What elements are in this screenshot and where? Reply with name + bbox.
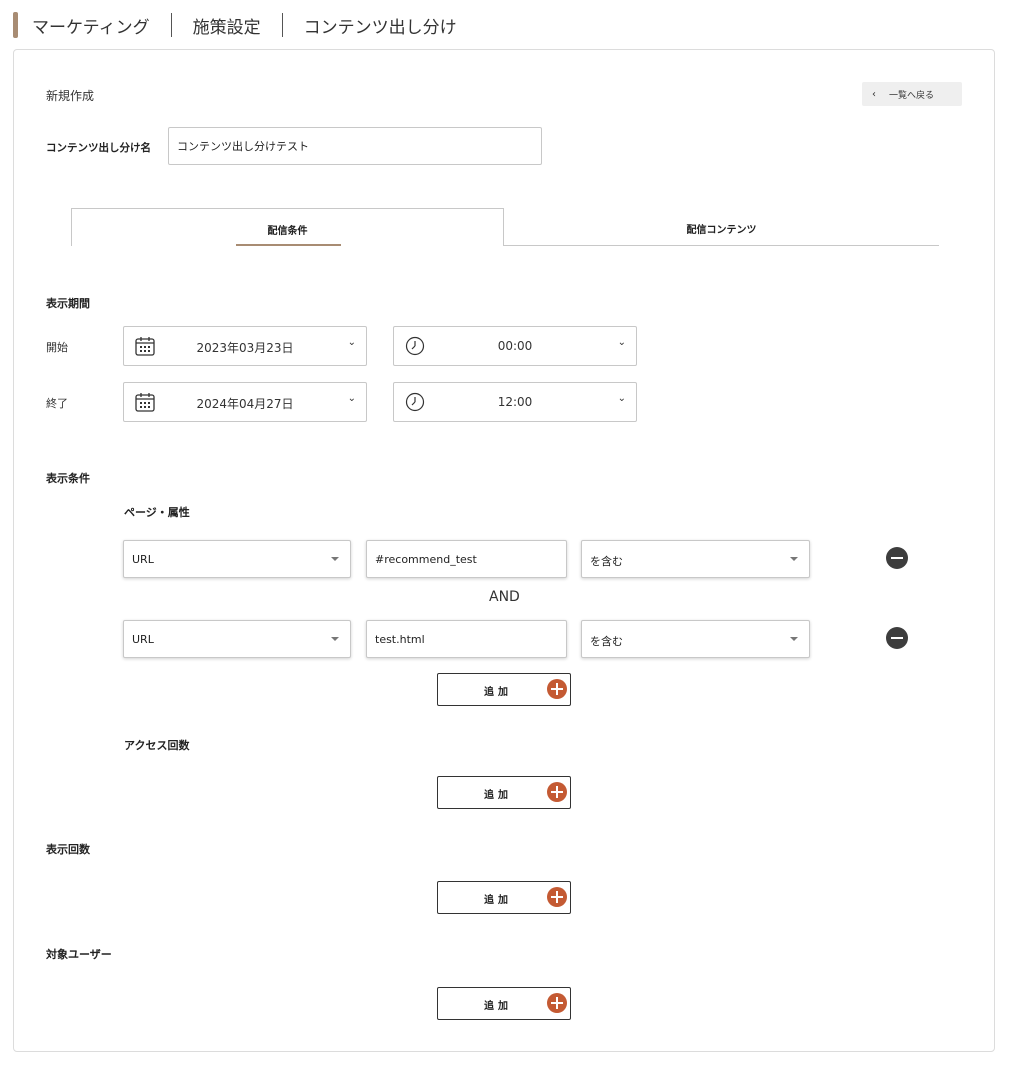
target-users-heading: 対象ユーザー [46, 948, 112, 961]
chevron-left-icon: ‹ [872, 88, 876, 100]
active-tab-indicator [236, 244, 341, 246]
content-name-input[interactable]: コンテンツ出し分けテスト [168, 127, 542, 165]
condition-value-input[interactable]: #recommend_test [366, 540, 567, 578]
display-count-heading: 表示回数 [46, 843, 90, 856]
condition-field-value: URL [132, 553, 154, 566]
condition-field-value: URL [132, 633, 154, 646]
back-button-label: 一覧へ戻る [889, 90, 935, 101]
condition-operator-value: を含む [590, 555, 623, 568]
plus-circle-icon [547, 679, 567, 699]
condition-operator-select[interactable]: を含む [581, 620, 810, 658]
chevron-down-icon: ⌄ [617, 393, 626, 404]
and-joiner: AND [489, 589, 520, 605]
condition-value-text: #recommend_test [375, 553, 477, 566]
breadcrumb: マーケティング 施策設定 コンテンツ出し分け [13, 12, 457, 38]
content-name-value: コンテンツ出し分けテスト [177, 140, 309, 153]
condition-operator-value: を含む [590, 635, 623, 648]
caret-down-icon [790, 557, 798, 561]
start-time-value: 00:00 [497, 339, 533, 353]
plus-circle-icon [547, 993, 567, 1013]
breadcrumb-item-campaign-settings[interactable]: 施策設定 [193, 13, 261, 38]
tab-bar-divider [504, 245, 939, 246]
start-time-picker[interactable]: 00:00 ⌄ [393, 326, 637, 366]
start-date-picker[interactable]: 2023年03月23日 ⌄ [123, 326, 367, 366]
caret-down-icon [790, 637, 798, 641]
chevron-down-icon: ⌄ [617, 337, 626, 348]
breadcrumb-divider [170, 13, 172, 37]
add-display-count-button[interactable]: 追加 [437, 881, 571, 914]
chevron-down-icon: ⌄ [347, 337, 356, 348]
start-label: 開始 [46, 341, 68, 354]
display-period-heading: 表示期間 [46, 297, 90, 310]
caret-down-icon [331, 637, 339, 641]
tab-delivery-conditions-label: 配信条件 [267, 226, 308, 237]
remove-condition-icon[interactable] [886, 547, 908, 569]
add-access-count-button[interactable]: 追加 [437, 776, 571, 809]
caret-down-icon [331, 557, 339, 561]
chevron-down-icon: ⌄ [347, 393, 356, 404]
access-count-subheading: アクセス回数 [124, 739, 190, 752]
plus-circle-icon [547, 782, 567, 802]
end-date-value: 2024年04月27日 [196, 397, 294, 411]
tab-delivery-conditions[interactable]: 配信条件 [71, 208, 504, 246]
content-name-label: コンテンツ出し分け名 [46, 142, 151, 154]
condition-value-text: test.html [375, 633, 425, 646]
tab-delivery-content-label: 配信コンテンツ [686, 225, 757, 236]
start-date-value: 2023年03月23日 [196, 341, 294, 355]
condition-value-input[interactable]: test.html [366, 620, 567, 658]
back-to-list-button[interactable]: ‹ 一覧へ戻る [862, 82, 962, 106]
add-target-user-button[interactable]: 追加 [437, 987, 571, 1020]
end-date-picker[interactable]: 2024年04月27日 ⌄ [123, 382, 367, 422]
breadcrumb-divider [281, 13, 283, 37]
page-attribute-subheading: ページ・属性 [124, 506, 190, 519]
remove-condition-icon[interactable] [886, 627, 908, 649]
end-label: 終了 [46, 397, 68, 410]
breadcrumb-accent-bar [13, 12, 18, 38]
plus-circle-icon [547, 887, 567, 907]
condition-operator-select[interactable]: を含む [581, 540, 810, 578]
breadcrumb-item-content-switch: コンテンツ出し分け [303, 17, 457, 38]
end-time-value: 12:00 [497, 395, 533, 409]
condition-field-select[interactable]: URL [123, 540, 351, 578]
main-card: 新規作成 ‹ 一覧へ戻る コンテンツ出し分け名 コンテンツ出し分けテスト 配信条… [13, 49, 995, 1052]
condition-field-select[interactable]: URL [123, 620, 351, 658]
end-time-picker[interactable]: 12:00 ⌄ [393, 382, 637, 422]
display-conditions-heading: 表示条件 [46, 472, 90, 485]
breadcrumb-item-marketing[interactable]: マーケティング [32, 13, 150, 38]
page-title: 新規作成 [46, 89, 95, 103]
tab-delivery-content[interactable]: 配信コンテンツ [504, 208, 939, 245]
add-page-condition-button[interactable]: 追加 [437, 673, 571, 706]
